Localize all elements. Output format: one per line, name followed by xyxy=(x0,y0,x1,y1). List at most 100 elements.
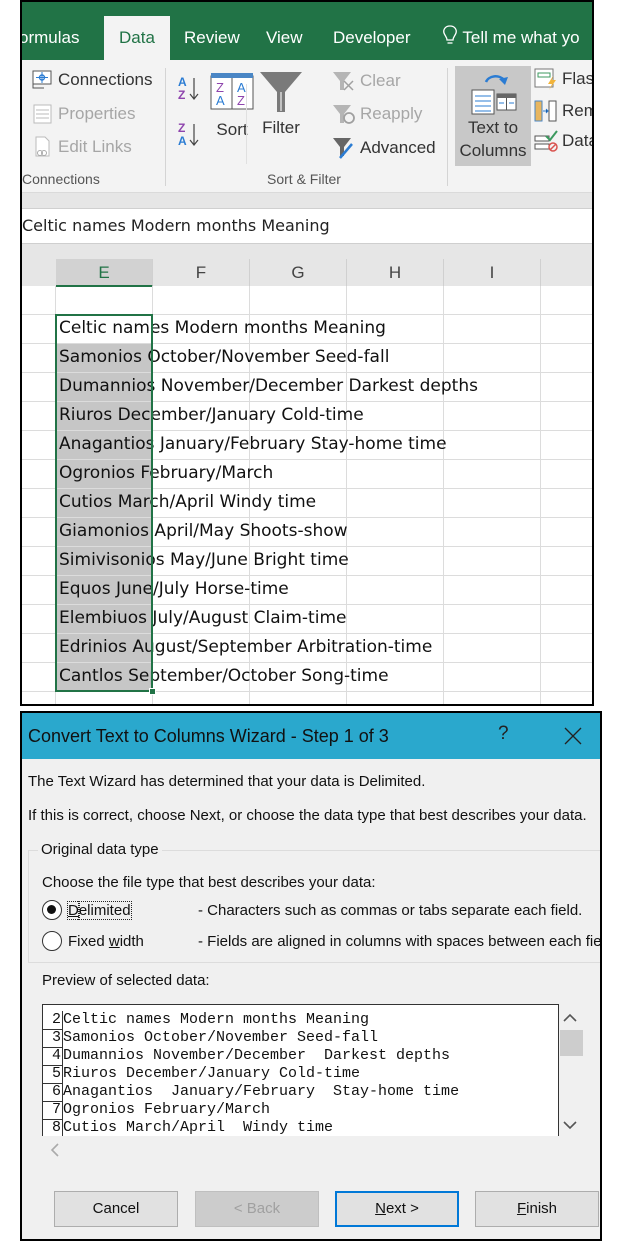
ribbon-collapse-strip xyxy=(22,193,592,209)
sort-a-to-z-button[interactable]: AZ xyxy=(177,74,201,104)
finish-button[interactable]: Finish xyxy=(475,1191,599,1227)
preview-row: 3 Samonios October/November Seed-fall xyxy=(43,1029,379,1048)
properties-button[interactable]: Properties xyxy=(32,103,135,125)
preview-row-number: 2 xyxy=(43,1011,63,1030)
ribbon: Connections Properties Edit Links Connec… xyxy=(22,60,592,193)
formula-bar-input[interactable]: Celtic names Modern months Meaning xyxy=(22,209,592,244)
cancel-button[interactable]: Cancel xyxy=(54,1191,178,1227)
wizard-instruction-text: If this is correct, choose Next, or choo… xyxy=(28,807,587,824)
connections-button[interactable]: Connections xyxy=(32,70,153,90)
tell-me-text: Tell me what yo xyxy=(462,28,580,47)
edit-links-button[interactable]: Edit Links xyxy=(32,136,132,158)
preview-row-number: 6 xyxy=(43,1083,63,1102)
preview-row-text: Riuros December/January Cold-time xyxy=(63,1065,361,1082)
column-header-h[interactable]: H xyxy=(347,259,444,287)
sheet-row[interactable] xyxy=(22,286,592,315)
reapply-button[interactable]: Reapply xyxy=(332,103,422,125)
radio-delimited[interactable]: Delimited - Characters such as commas or… xyxy=(42,900,582,920)
lightbulb-icon xyxy=(443,25,457,44)
scroll-down-button[interactable] xyxy=(563,1117,577,1134)
tab-data[interactable]: Data xyxy=(104,16,170,60)
preview-row-number: 4 xyxy=(43,1047,63,1066)
chevron-down-icon xyxy=(563,1121,577,1130)
sort-dialog-icon: ZAAZ xyxy=(210,73,254,110)
column-header-f[interactable]: F xyxy=(153,259,250,287)
tab-developer[interactable]: Developer xyxy=(333,16,411,60)
data-validation-icon xyxy=(534,130,558,152)
sort-filter-group-label: Sort & Filter xyxy=(267,171,341,187)
flash-fill-button[interactable]: Flasl xyxy=(534,68,592,90)
radio-fixed-width[interactable]: Fixed width - Fields are aligned in colu… xyxy=(42,931,602,951)
tab-formulas[interactable]: ormulas xyxy=(22,16,79,60)
back-button[interactable]: < Back xyxy=(195,1191,319,1227)
data-preview-box[interactable]: 2 Celtic names Modern months Meaning 3 Samo… xyxy=(42,1004,559,1136)
sort-z-to-a-icon: ZA xyxy=(178,121,199,148)
text-to-columns-icon xyxy=(471,75,517,115)
column-header-e[interactable]: E xyxy=(56,259,153,287)
sort-a-to-z-icon: AZ xyxy=(178,75,199,102)
connections-icon xyxy=(32,70,52,89)
svg-text:A: A xyxy=(216,93,225,108)
remove-duplicates-button[interactable]: Rem xyxy=(534,100,592,122)
chevron-up-icon xyxy=(563,1013,577,1022)
radio-button-selected[interactable] xyxy=(42,900,62,920)
preview-row-text: Cutios March/April Windy time xyxy=(63,1119,334,1136)
close-icon xyxy=(564,727,582,745)
advanced-filter-button[interactable]: Advanced xyxy=(332,136,436,160)
preview-row-text: Ogronios February/March xyxy=(63,1101,271,1118)
radio-delimited-description: - Characters such as commas or tabs sepa… xyxy=(198,901,583,919)
sort-z-to-a-button[interactable]: ZA xyxy=(177,120,201,150)
column-header-i[interactable]: I xyxy=(444,259,541,287)
preview-row: 2 Celtic names Modern months Meaning xyxy=(43,1011,369,1030)
data-validation-button[interactable]: Data xyxy=(534,130,592,152)
sort-button[interactable]: ZAAZ Sort xyxy=(210,72,254,140)
vertical-scrollbar-thumb[interactable] xyxy=(560,1030,583,1056)
column-header-j[interactable]: J xyxy=(541,259,592,287)
chevron-left-icon xyxy=(50,1143,59,1157)
preview-row-text: Dumannios November/December Darkest dept… xyxy=(63,1047,451,1064)
wizard-detected-text: The Text Wizard has determined that your… xyxy=(28,773,426,790)
preview-row-text: Samonios October/November Seed-fall xyxy=(63,1029,379,1046)
text-to-columns-button[interactable]: Text to Columns xyxy=(455,66,531,166)
svg-text:Z: Z xyxy=(237,93,245,108)
clear-filter-button[interactable]: Clear xyxy=(332,70,401,92)
cell-grid[interactable]: Celtic names Modern months Meaning Samoni… xyxy=(22,286,592,704)
filter-icon xyxy=(260,72,302,112)
scroll-left-button[interactable] xyxy=(50,1141,60,1162)
properties-icon xyxy=(33,104,52,124)
preview-row: 7 Ogronios February/March xyxy=(43,1101,271,1120)
radio-delimited-label: Delimited xyxy=(67,900,132,920)
tell-me-box[interactable]: Tell me what yo xyxy=(442,16,580,60)
text-to-columns-wizard-dialog: Convert Text to Columns Wizard - Step 1 … xyxy=(20,711,602,1241)
dialog-titlebar[interactable]: Convert Text to Columns Wizard - Step 1 … xyxy=(22,713,600,759)
preview-row: 5 Riuros December/January Cold-time xyxy=(43,1065,361,1084)
group-separator xyxy=(447,68,448,186)
radio-button-unselected[interactable] xyxy=(42,931,62,951)
preview-row-text: Anagantios January/February Stay-home ti… xyxy=(63,1083,460,1100)
group-legend: Original data type xyxy=(38,841,162,858)
svg-text:A: A xyxy=(178,134,187,148)
next-button[interactable]: Next > xyxy=(335,1191,459,1227)
advanced-filter-icon xyxy=(333,138,353,159)
remove-duplicates-icon xyxy=(534,100,557,122)
radio-delimited-label-rest: elimited xyxy=(77,900,132,920)
tab-review[interactable]: Review xyxy=(184,16,240,60)
edit-links-icon xyxy=(35,136,50,157)
fill-handle[interactable] xyxy=(149,688,156,695)
reapply-icon xyxy=(333,105,355,124)
clear-filter-icon xyxy=(333,72,354,91)
svg-text:A: A xyxy=(178,75,187,89)
tab-view[interactable]: View xyxy=(266,16,303,60)
radio-fixed-width-description: - Fields are aligned in columns with spa… xyxy=(198,932,602,950)
help-button[interactable]: ? xyxy=(498,723,509,745)
choose-file-type-label: Choose the file type that best describes… xyxy=(42,874,376,891)
radio-fixed-width-label: Fixed width xyxy=(68,932,144,950)
excel-window: ormulas Data Review View Developer Tell … xyxy=(20,0,594,706)
filter-button[interactable]: Filter xyxy=(258,70,304,138)
close-button[interactable] xyxy=(564,721,582,751)
scroll-up-button[interactable] xyxy=(563,1010,577,1027)
column-header-g[interactable]: G xyxy=(250,259,347,287)
flash-fill-icon xyxy=(534,68,556,90)
column-header-row: E F G H I J xyxy=(22,244,592,287)
selection-range-e2-e14[interactable] xyxy=(55,314,156,695)
